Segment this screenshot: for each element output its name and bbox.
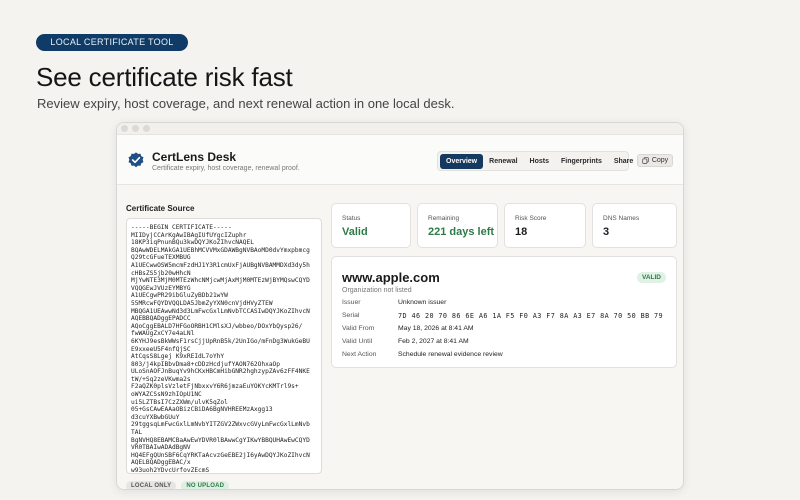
shield-check-icon bbox=[128, 152, 144, 168]
tab-bar: Overview Renewal Hosts Fingerprints Shar… bbox=[437, 151, 633, 171]
status-card: Status Valid bbox=[331, 203, 411, 248]
tab-fingerprints[interactable]: Fingerprints bbox=[555, 154, 608, 169]
status-value: Valid bbox=[342, 226, 368, 238]
no-upload-badge: NO UPLOAD bbox=[181, 481, 230, 489]
detail-row-valid-from: Valid From May 18, 2026 at 8:41 AM bbox=[342, 325, 474, 332]
tab-share[interactable]: Share bbox=[608, 154, 639, 169]
window-minimize-dot[interactable] bbox=[132, 125, 139, 132]
status-label: Status bbox=[342, 215, 361, 222]
tab-renewal[interactable]: Renewal bbox=[483, 154, 523, 169]
dns-names-label: DNS Names bbox=[603, 215, 640, 222]
hero-subtitle: Review expiry, host coverage, and next r… bbox=[37, 96, 455, 111]
window-titlebar bbox=[117, 123, 683, 135]
detail-row-value: Schedule renewal evidence review bbox=[398, 351, 503, 358]
dns-names-card: DNS Names 3 bbox=[592, 203, 677, 248]
certificate-source-input[interactable]: -----BEGIN CERTIFICATE----- MIIDyjCCArKg… bbox=[126, 218, 322, 474]
dns-names-value: 3 bbox=[603, 226, 610, 238]
organization-text: Organization not listed bbox=[342, 287, 412, 294]
copy-icon bbox=[642, 157, 649, 164]
detail-row-label: Serial bbox=[342, 312, 360, 319]
detail-row-label: Next Action bbox=[342, 351, 377, 358]
valid-badge: VALID bbox=[636, 272, 666, 283]
tab-overview[interactable]: Overview bbox=[440, 153, 484, 169]
hero-title: See certificate risk fast bbox=[36, 62, 293, 92]
app-window: CertLens Desk Certificate expiry, host c… bbox=[116, 122, 684, 490]
window-zoom-dot[interactable] bbox=[143, 125, 150, 132]
app-name: CertLens Desk bbox=[152, 150, 237, 164]
detail-row-label: Valid Until bbox=[342, 338, 373, 345]
domain-name: www.apple.com bbox=[342, 270, 440, 285]
detail-row-value: 7D 46 20 70 86 6E A6 1A F5 F0 A3 F7 8A A… bbox=[398, 312, 664, 320]
detail-row-next-action: Next Action Schedule renewal evidence re… bbox=[342, 351, 503, 358]
certificate-pem-text[interactable]: -----BEGIN CERTIFICATE----- MIIDyjCCArKg… bbox=[131, 224, 317, 473]
certificate-source-label: Certificate Source bbox=[126, 204, 195, 213]
detail-row-valid-until: Valid Until Feb 2, 2027 at 8:41 AM bbox=[342, 338, 469, 345]
detail-row-issuer: Issuer Unknown issuer bbox=[342, 299, 446, 306]
remaining-value: 221 days left bbox=[428, 226, 495, 238]
risk-score-label: Risk Score bbox=[515, 215, 547, 222]
detail-row-value: Feb 2, 2027 at 8:41 AM bbox=[398, 338, 469, 345]
detail-row-value: May 18, 2026 at 8:41 AM bbox=[398, 325, 474, 332]
detail-row-value: Unknown issuer bbox=[398, 299, 447, 306]
app-body: CertLens Desk Certificate expiry, host c… bbox=[117, 135, 683, 489]
copy-button-label: Copy bbox=[651, 157, 669, 164]
detail-row-serial: Serial 7D 46 20 70 86 6E A6 1A F5 F0 A3 … bbox=[342, 312, 663, 320]
risk-score-card: Risk Score 18 bbox=[504, 203, 586, 248]
detail-row-label: Issuer bbox=[342, 299, 361, 306]
app-tagline: Certificate expiry, host coverage, renew… bbox=[152, 165, 300, 172]
remaining-label: Remaining bbox=[428, 215, 460, 222]
privacy-badges: LOCAL ONLY NO UPLOAD bbox=[126, 481, 230, 489]
certificate-detail-card: www.apple.com Organization not listed VA… bbox=[331, 256, 677, 368]
copy-button[interactable]: Copy bbox=[637, 154, 673, 167]
local-only-badge: LOCAL ONLY bbox=[126, 481, 177, 489]
risk-score-value: 18 bbox=[515, 226, 528, 238]
app-header: CertLens Desk Certificate expiry, host c… bbox=[117, 135, 683, 185]
remaining-card: Remaining 221 days left bbox=[417, 203, 498, 248]
hero-pill: LOCAL CERTIFICATE TOOL bbox=[36, 34, 188, 51]
tab-hosts[interactable]: Hosts bbox=[524, 154, 555, 169]
window-close-dot[interactable] bbox=[121, 125, 128, 132]
detail-row-label: Valid From bbox=[342, 325, 375, 332]
